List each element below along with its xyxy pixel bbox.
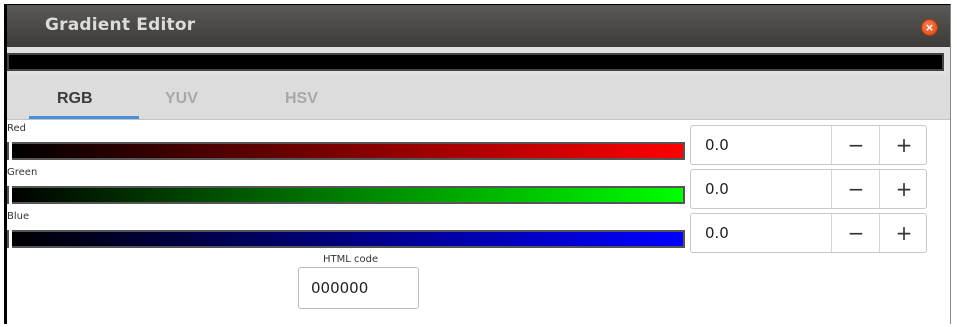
blue-spinner: 0.0 − + — [690, 213, 927, 253]
tab-hsv[interactable]: HSV — [285, 90, 318, 108]
green-value-field[interactable]: 0.0 — [705, 180, 729, 198]
green-increment-button[interactable]: + — [879, 170, 928, 208]
tab-rgb[interactable]: RGB — [57, 90, 93, 108]
gradient-editor-window: Gradient Editor × RGB YUV HSV Red 0.0 − … — [4, 4, 951, 324]
red-increment-button[interactable]: + — [879, 126, 928, 164]
blue-slider[interactable] — [7, 230, 685, 248]
green-slider-thumb[interactable] — [9, 186, 12, 204]
blue-decrement-button[interactable]: − — [831, 214, 880, 252]
green-spinner: 0.0 − + — [690, 169, 927, 209]
blue-increment-button[interactable]: + — [879, 214, 928, 252]
window-title: Gradient Editor — [45, 15, 196, 35]
red-slider[interactable] — [7, 142, 685, 160]
blue-slider-thumb[interactable] — [9, 230, 12, 248]
channel-panel: Red 0.0 − + Green 0.0 − + Blue 0.0 − + H — [7, 120, 950, 324]
color-model-tabs: RGB YUV HSV — [7, 75, 950, 120]
close-icon[interactable]: × — [921, 19, 938, 36]
green-label: Green — [7, 167, 38, 178]
tab-yuv[interactable]: YUV — [165, 90, 198, 108]
html-code-input[interactable]: 000000 — [298, 267, 419, 309]
red-spinner: 0.0 − + — [690, 125, 927, 165]
gradient-preview-strip — [7, 47, 950, 75]
red-decrement-button[interactable]: − — [831, 126, 880, 164]
gradient-preview-bar[interactable] — [7, 53, 944, 71]
green-slider[interactable] — [7, 186, 685, 204]
red-value-field[interactable]: 0.0 — [705, 136, 729, 154]
red-slider-thumb[interactable] — [9, 142, 12, 160]
html-code-label: HTML code — [323, 254, 379, 265]
blue-label: Blue — [7, 211, 30, 222]
title-bar[interactable]: Gradient Editor × — [7, 5, 950, 47]
red-label: Red — [7, 123, 26, 134]
active-tab-indicator — [29, 116, 139, 119]
blue-value-field[interactable]: 0.0 — [705, 224, 729, 242]
green-decrement-button[interactable]: − — [831, 170, 880, 208]
